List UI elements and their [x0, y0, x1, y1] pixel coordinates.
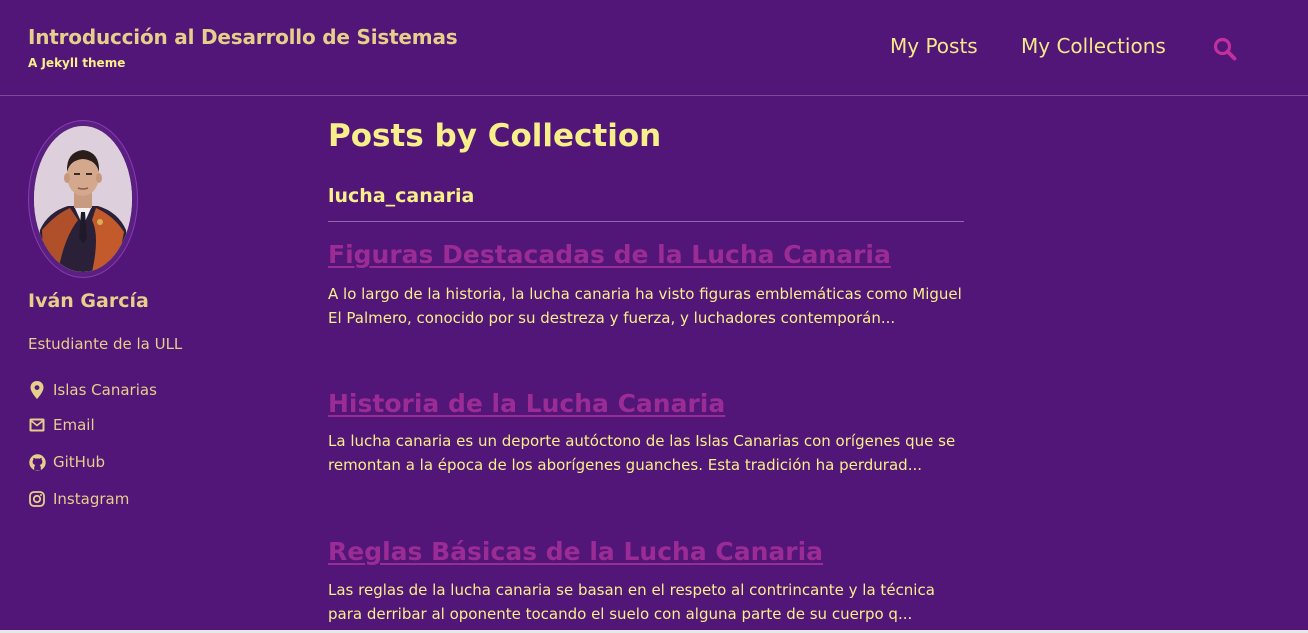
- post-title-link[interactable]: Figuras Destacadas de la Lucha Canaria: [328, 240, 891, 269]
- author-email-label: Email: [53, 416, 95, 434]
- page: Introducción al Desarrollo de Sistemas A…: [0, 0, 1308, 630]
- author-location: Islas Canarias: [28, 379, 157, 401]
- github-icon: [28, 453, 46, 471]
- author-email-link[interactable]: Email: [28, 414, 95, 436]
- author-instagram-link[interactable]: Instagram: [28, 488, 129, 510]
- post-excerpt: Las reglas de la lucha canaria se basan …: [328, 581, 935, 623]
- post-excerpt: A lo largo de la historia, la lucha cana…: [328, 285, 962, 327]
- avatar-photo: [34, 126, 132, 272]
- author-location-label: Islas Canarias: [53, 381, 157, 399]
- post-title-link[interactable]: Reglas Básicas de la Lucha Canaria: [328, 537, 823, 566]
- post-excerpt: La lucha canaria es un deporte autóctono…: [328, 432, 956, 474]
- instagram-icon: [28, 490, 46, 508]
- author-github-link[interactable]: GitHub: [28, 451, 105, 473]
- email-icon: [28, 416, 46, 434]
- location-icon: [28, 381, 46, 399]
- author-github-label: GitHub: [53, 453, 105, 471]
- site-title[interactable]: Introducción al Desarrollo de Sistemas: [28, 25, 458, 49]
- author-name: Iván García: [28, 290, 149, 312]
- post-title-link[interactable]: Historia de la Lucha Canaria: [328, 389, 725, 418]
- nav-my-collections[interactable]: My Collections: [1021, 34, 1166, 58]
- page-title: Posts by Collection: [328, 118, 662, 154]
- search-button[interactable]: [1212, 36, 1238, 62]
- search-icon: [1213, 37, 1237, 61]
- author-bio: Estudiante de la ULL: [28, 335, 183, 353]
- masthead: Introducción al Desarrollo de Sistemas A…: [0, 0, 1308, 96]
- author-instagram-label: Instagram: [53, 490, 130, 508]
- nav-my-posts[interactable]: My Posts: [890, 34, 978, 58]
- site-subtitle: A Jekyll theme: [28, 56, 126, 70]
- avatar: [28, 120, 138, 278]
- collection-heading: lucha_canaria: [328, 185, 964, 222]
